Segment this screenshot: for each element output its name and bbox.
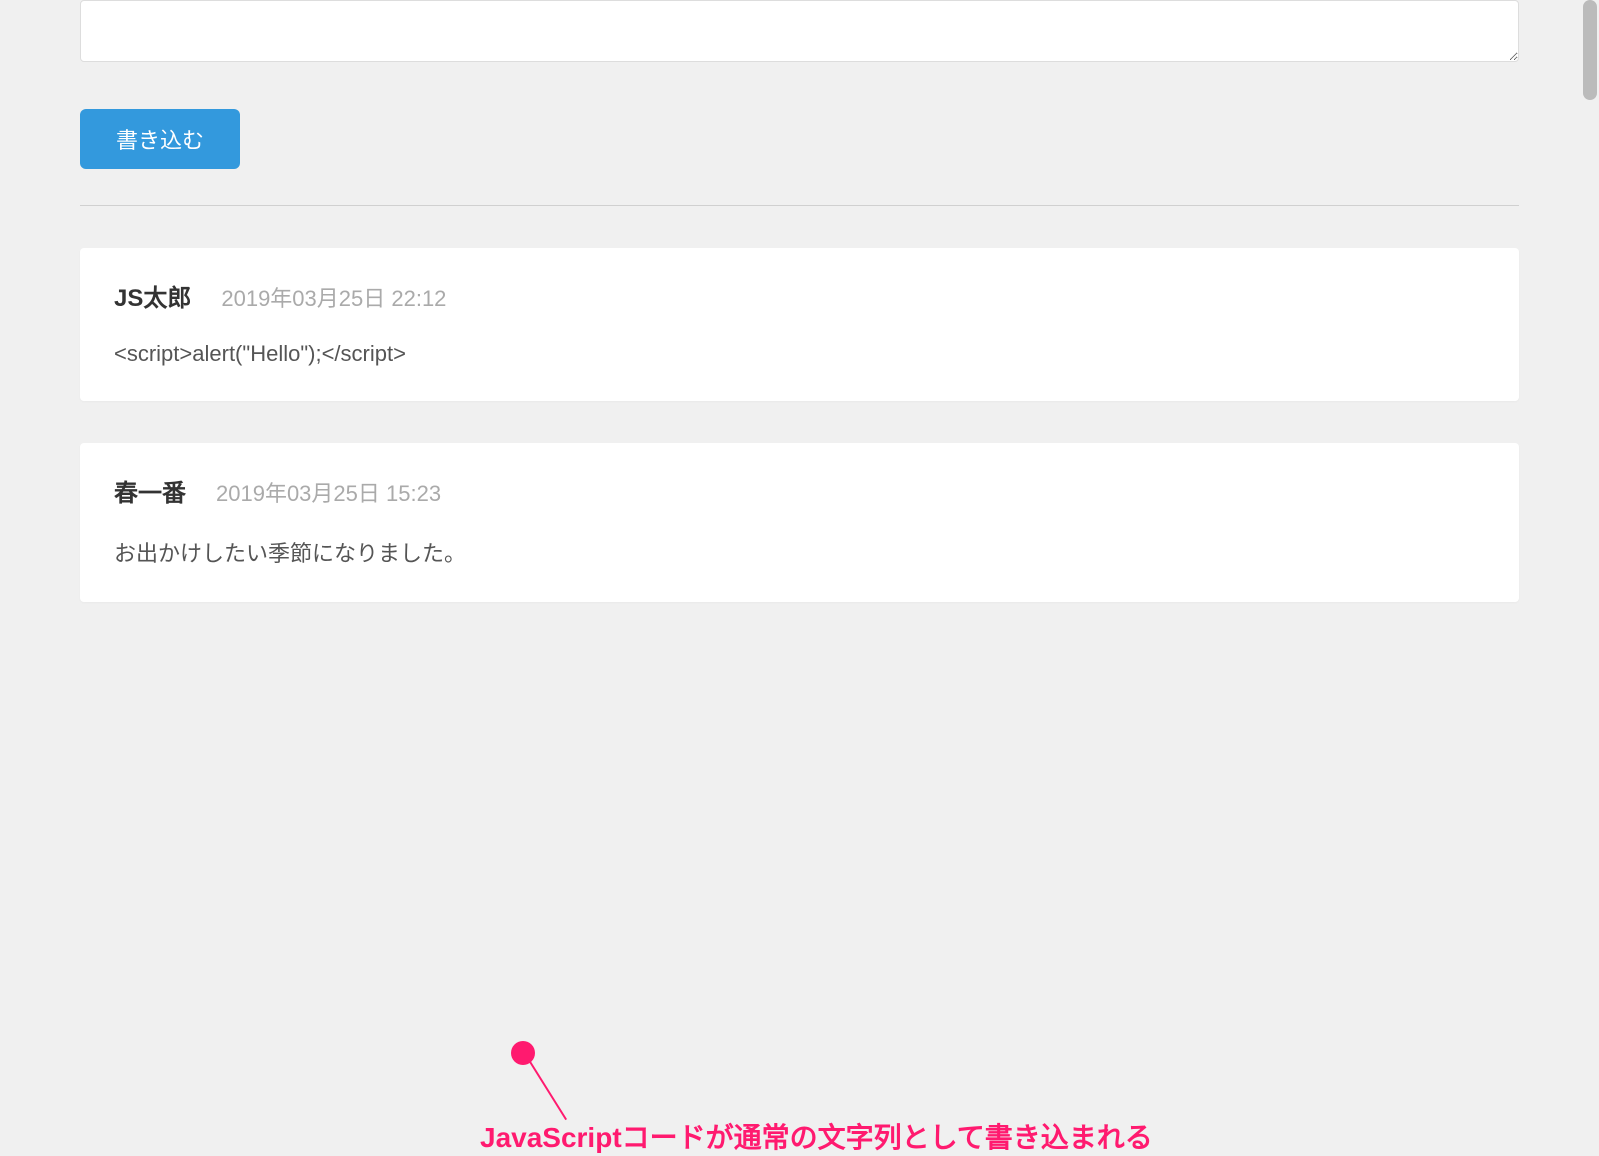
- textarea-wrapper: [80, 0, 1519, 67]
- divider: [80, 205, 1519, 206]
- scrollbar[interactable]: [1583, 0, 1597, 100]
- post-timestamp: 2019年03月25日 22:12: [221, 281, 446, 313]
- post-card: 春一番 2019年03月25日 15:23 お出かけしたい季節になりました。: [80, 443, 1519, 602]
- post-author: 春一番: [114, 473, 186, 508]
- post-author: JS太郎: [114, 278, 191, 313]
- posts-area: JS太郎 2019年03月25日 22:12 <script>alert("He…: [80, 248, 1519, 602]
- post-textarea[interactable]: [80, 0, 1519, 62]
- post-header: JS太郎 2019年03月25日 22:12: [114, 278, 1485, 313]
- main-container: 書き込む JS太郎 2019年03月25日 22:12 <script>aler…: [0, 0, 1599, 602]
- post-body: お出かけしたい季節になりました。: [114, 536, 1485, 568]
- annotation-line: [524, 1053, 567, 1120]
- submit-button[interactable]: 書き込む: [80, 109, 240, 169]
- annotation-text: JavaScriptコードが通常の文字列として書き込まれる: [480, 1116, 1153, 1156]
- post-header: 春一番 2019年03月25日 15:23: [114, 473, 1485, 508]
- post-card: JS太郎 2019年03月25日 22:12 <script>alert("He…: [80, 248, 1519, 401]
- annotation-dot-icon: [511, 1041, 535, 1065]
- post-timestamp: 2019年03月25日 15:23: [216, 476, 441, 508]
- post-body: <script>alert("Hello");</script>: [114, 341, 1485, 367]
